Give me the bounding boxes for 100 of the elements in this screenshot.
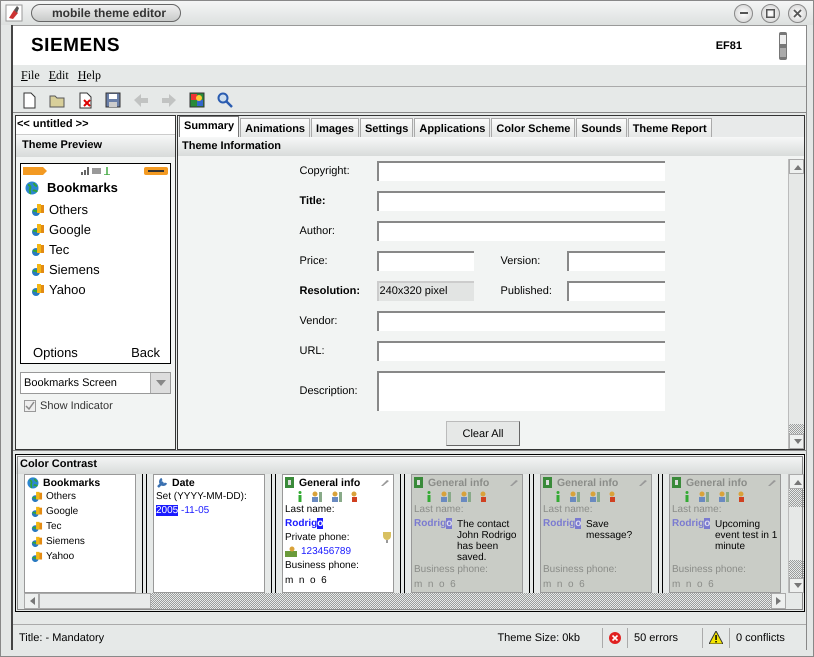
bookmark-icon — [31, 262, 45, 276]
input-field[interactable] — [566, 281, 664, 301]
error-count: 50 errors — [634, 632, 680, 644]
bookmark-icon — [31, 242, 45, 256]
field-label: Last name: — [543, 504, 594, 516]
input-field[interactable] — [376, 221, 664, 241]
window-title: mobile theme editor — [31, 4, 182, 22]
card-icon — [285, 477, 295, 488]
field-label: Last name: — [672, 504, 722, 516]
bookmark-item: Google — [46, 506, 78, 517]
panel-title: General info — [557, 476, 618, 488]
phone-icon — [778, 32, 788, 60]
field-label: Title: — [300, 195, 327, 207]
paintbrush-icon — [5, 4, 23, 22]
popup-message: The contact John Rodrigo has been saved. — [457, 519, 518, 563]
panel-title: Date — [172, 476, 195, 488]
field-label: Price: — [300, 255, 329, 267]
section-header: Color Contrast — [16, 455, 804, 474]
date-value[interactable]: 2005 -11-05 — [156, 505, 262, 517]
clear-all-button[interactable]: Clear All — [446, 421, 520, 446]
field-label: URL: — [300, 345, 326, 357]
people-icon — [460, 491, 472, 502]
input-field[interactable] — [376, 251, 474, 271]
screen-dropdown[interactable]: Bookmarks Screen — [20, 372, 171, 394]
error-icon — [609, 632, 621, 644]
minimize-button[interactable] — [734, 4, 753, 22]
person-icon — [351, 491, 359, 502]
input-field[interactable] — [376, 191, 664, 211]
image-icon[interactable] — [188, 90, 206, 108]
popup-message: Save message? — [586, 519, 634, 541]
globe-icon — [25, 180, 39, 194]
close-button[interactable] — [788, 4, 807, 22]
field-label: Last name: — [285, 504, 336, 516]
people-icon — [698, 491, 710, 502]
panel-title: General info — [428, 476, 490, 488]
input-field[interactable] — [376, 341, 664, 361]
info-icon — [684, 491, 690, 502]
close-icon — [793, 8, 802, 18]
name-value[interactable]: Rodrigo — [285, 518, 324, 530]
info-icon — [297, 491, 303, 502]
input-field[interactable] — [376, 311, 664, 331]
tab[interactable]: Theme Report — [628, 118, 712, 137]
menu-item[interactable]: Edit — [48, 68, 69, 83]
field-label: Resolution: — [300, 285, 361, 297]
input-field[interactable] — [376, 161, 664, 181]
tab[interactable]: Sounds — [576, 118, 627, 137]
bookmark-item: Others — [49, 202, 88, 216]
bookmark-item: Siemens — [49, 262, 100, 276]
document-name: << untitled >> — [16, 116, 175, 135]
pencil-icon — [381, 480, 391, 486]
field-label: Vendor: — [300, 315, 338, 327]
phone-model: EF81 — [716, 40, 742, 52]
info-icon — [426, 491, 432, 502]
field-label: Business phone: — [672, 564, 747, 576]
bookmark-icon — [31, 506, 43, 517]
field-label: Business phone: — [414, 564, 489, 576]
bookmark-icon — [31, 282, 45, 296]
bookmark-item: Others — [46, 491, 76, 502]
people-icon — [440, 491, 452, 502]
softkey: Options — [33, 345, 78, 361]
input-field[interactable]: 240x320 pixel — [376, 281, 474, 301]
bookmark-item: Tec — [46, 521, 62, 532]
globe-icon — [27, 476, 39, 488]
wrench-icon — [156, 476, 168, 488]
conflict-count: 0 conflicts — [736, 632, 786, 644]
theme-size: Theme Size: 0kb — [497, 632, 580, 644]
maximize-button[interactable] — [761, 4, 780, 22]
tab[interactable]: Settings — [360, 118, 414, 137]
tab[interactable]: Images — [311, 118, 359, 137]
bookmark-item: Siemens — [46, 536, 85, 547]
person-icon — [609, 491, 617, 502]
input-field[interactable] — [566, 251, 664, 271]
people-icon — [311, 491, 323, 502]
bookmark-item: Tec — [49, 242, 70, 256]
menu-item[interactable]: Help — [78, 68, 102, 83]
input-field[interactable] — [376, 371, 664, 411]
panel-title: Bookmarks — [43, 476, 100, 488]
people-icon — [718, 491, 730, 502]
tab[interactable]: Color Scheme — [491, 118, 576, 137]
field-label: Business phone: — [285, 560, 360, 572]
minimize-icon — [740, 12, 748, 14]
cup-icon — [383, 532, 391, 543]
tab[interactable]: Animations — [240, 118, 310, 137]
popup-message: Upcoming event test in 1 minute — [715, 519, 778, 552]
card-icon — [414, 477, 424, 488]
pencil-icon — [768, 480, 778, 486]
bookmark-icon — [31, 536, 43, 547]
screen-title: Bookmarks — [47, 180, 118, 195]
tab[interactable]: Summary — [179, 116, 240, 137]
maximize-icon — [766, 8, 775, 18]
menu-item[interactable]: File — [21, 68, 40, 83]
bookmark-icon — [31, 222, 45, 236]
phone-value: 123456789 — [301, 546, 352, 558]
date-label: Set (YYYY-MM-DD): — [156, 491, 248, 503]
panel-title: General info — [299, 476, 360, 488]
bookmark-icon — [31, 491, 43, 502]
contact-icon — [285, 546, 297, 557]
search-icon[interactable] — [216, 90, 234, 108]
tab[interactable]: Applications — [414, 118, 490, 137]
floppy-icon[interactable] — [104, 90, 122, 108]
